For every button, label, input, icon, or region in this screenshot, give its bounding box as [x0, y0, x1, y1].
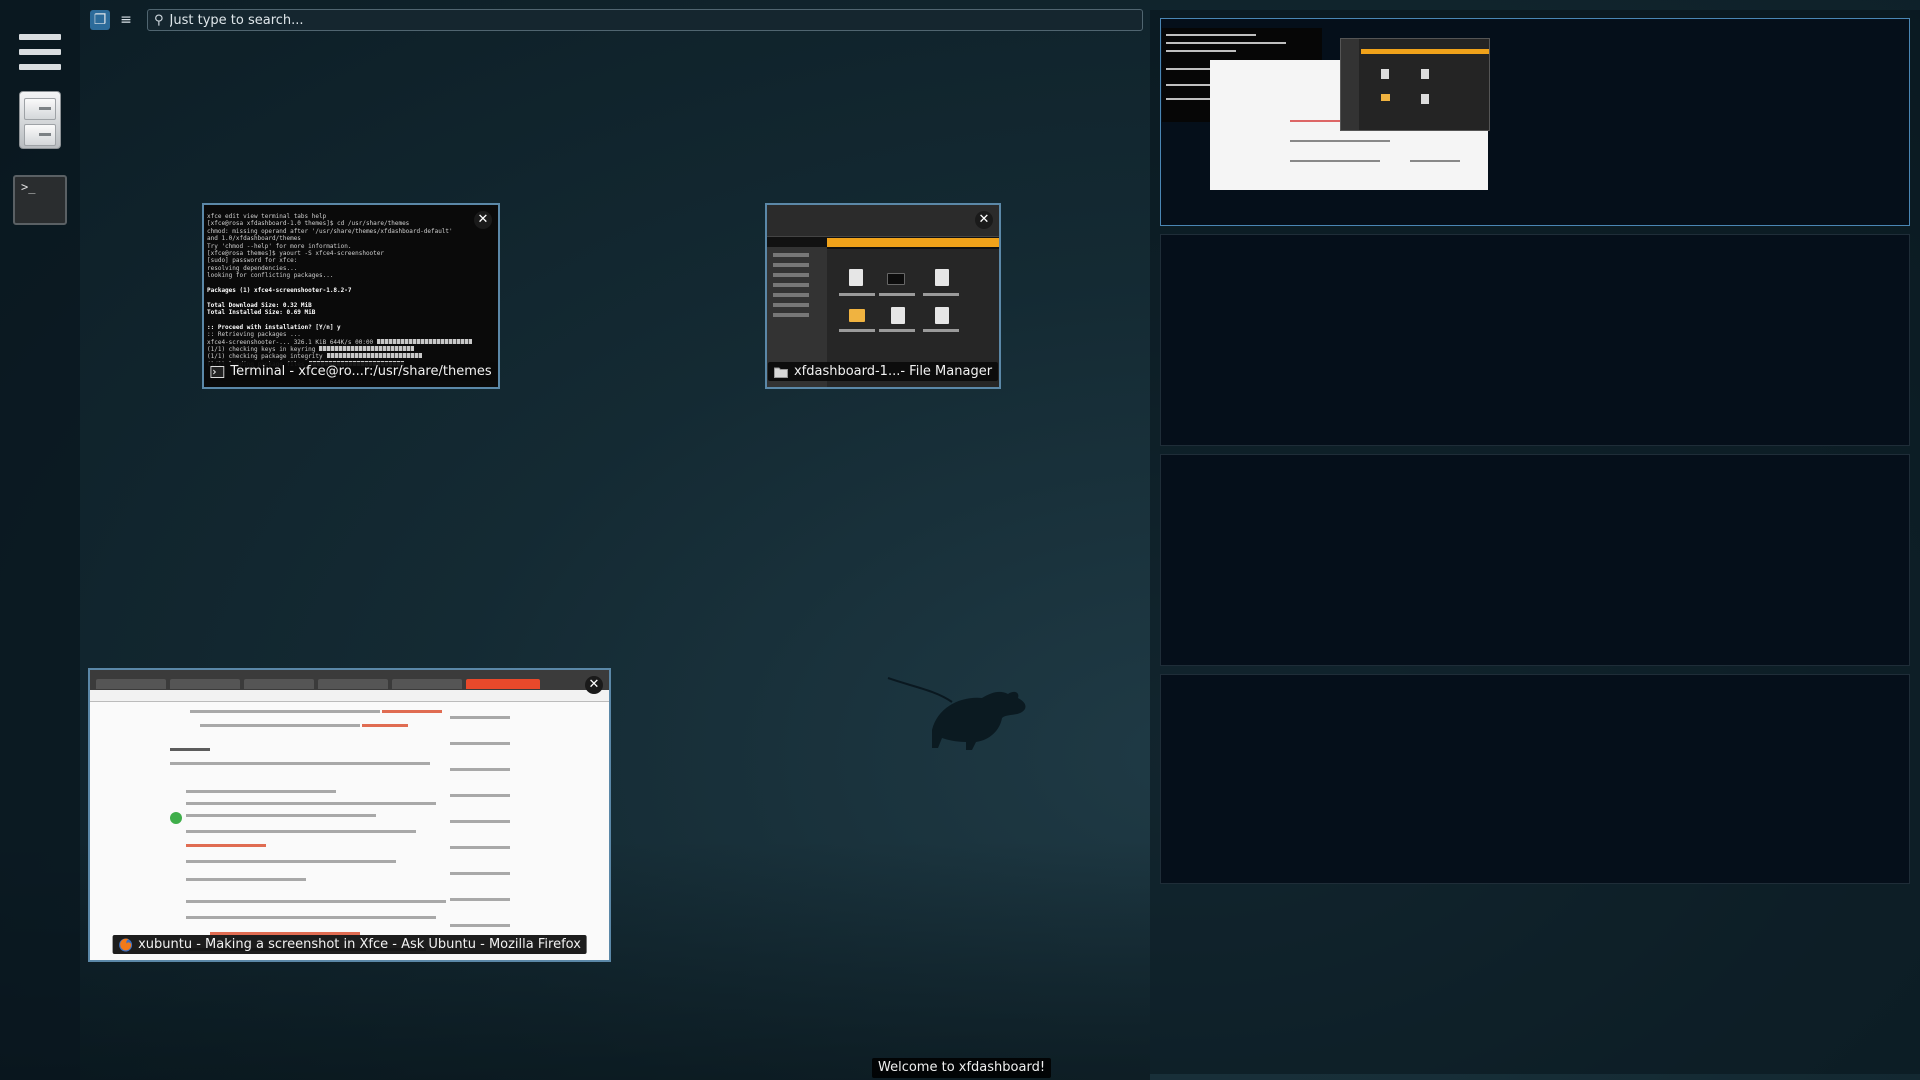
firefox-tab-bar — [90, 670, 609, 690]
accepted-answer-icon — [170, 812, 182, 824]
firefox-title-text: xubuntu - Making a screenshot in Xfce - … — [138, 937, 581, 952]
close-icon: ✕ — [477, 212, 489, 227]
terminal-launcher[interactable]: >_ — [12, 170, 68, 230]
terminal-icon: >_ — [13, 175, 67, 225]
terminal-content: xfce edit view terminal tabs help [xfce@… — [204, 205, 498, 387]
firefox-address-bar — [90, 690, 609, 702]
workspace-preview-file-manager — [1340, 38, 1490, 131]
search-icon: ⚲ — [154, 12, 164, 28]
firefox-icon — [118, 938, 132, 951]
applications-view-button[interactable]: ≡ — [116, 10, 136, 30]
file-icon — [935, 307, 949, 324]
file-manager-launcher[interactable] — [12, 90, 68, 150]
terminal-icon — [210, 365, 225, 378]
windows-view-button[interactable]: ❐ — [90, 10, 110, 30]
window-terminal[interactable]: xfce edit view terminal tabs help [xfce@… — [202, 203, 500, 389]
terminal-title-text: Terminal - xfce@ro...r:/usr/share/themes — [230, 364, 492, 379]
applications-menu-button[interactable] — [12, 22, 68, 82]
search-box[interactable]: ⚲ — [147, 9, 1143, 31]
folder-icon — [849, 309, 865, 322]
file-manager-close-button[interactable]: ✕ — [975, 211, 993, 229]
search-input[interactable] — [169, 12, 1142, 28]
file-manager-title-text: xfdashboard-1...- File Manager — [793, 364, 993, 379]
file-icon — [887, 273, 905, 285]
file-manager-toolbar — [767, 205, 999, 237]
folder-icon — [773, 367, 788, 378]
file-manager-window-title: xfdashboard-1...- File Manager — [767, 362, 999, 381]
close-icon: ✕ — [588, 677, 600, 692]
window-firefox[interactable]: ✕ xubuntu - Making a screenshot in Xfce … — [88, 668, 611, 962]
firefox-window-title: xubuntu - Making a screenshot in Xfce - … — [112, 935, 587, 954]
firefox-close-button[interactable]: ✕ — [585, 676, 603, 694]
firefox-page-content — [90, 702, 609, 960]
applications-menu-icon — [19, 34, 61, 70]
workspace-2[interactable] — [1160, 234, 1910, 446]
quicklaunch-dock: >_ — [0, 0, 80, 1080]
xfce-mouse-logo — [887, 677, 1026, 750]
terminal-close-button[interactable]: ✕ — [474, 211, 492, 229]
file-cabinet-icon — [19, 91, 61, 149]
workspace-4[interactable] — [1160, 674, 1910, 884]
file-manager-warning-bar — [827, 238, 999, 247]
workspace-3[interactable] — [1160, 454, 1910, 666]
terminal-window-title: Terminal - xfce@ro...r:/usr/share/themes — [204, 362, 498, 381]
windows-view-icon: ❐ — [93, 12, 107, 28]
applications-view-icon: ≡ — [120, 12, 132, 28]
status-notification: Welcome to xfdashboard! — [872, 1058, 1052, 1078]
file-icon — [935, 269, 949, 286]
window-file-manager[interactable]: ✕ xfdashboard-1...- File Manager — [765, 203, 1001, 389]
file-icon — [849, 269, 863, 286]
close-icon: ✕ — [978, 212, 990, 227]
file-icon — [891, 307, 905, 324]
